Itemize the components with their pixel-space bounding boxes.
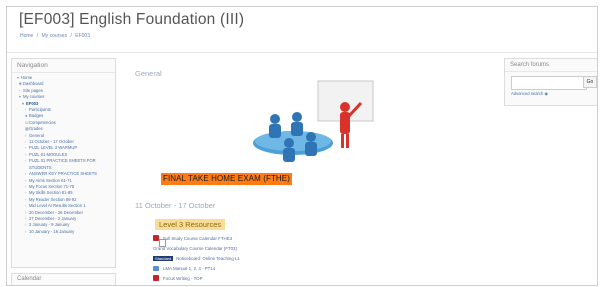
nav-item-label: Dashboard	[23, 81, 44, 87]
activity-link[interactable]: LMA Manual 1, 2, 3 - PT14	[163, 266, 215, 271]
activity-link[interactable]: Noticeboard: Online Teaching L1	[176, 256, 240, 261]
breadcrumb-home[interactable]: Home	[20, 33, 33, 39]
activity-item[interactable]: Full Study Course Calendar FTHE3	[153, 233, 483, 243]
nav-item-label: Competencies	[29, 119, 56, 125]
breadcrumb-my-courses[interactable]: My courses	[42, 33, 68, 39]
nav-item-label: EF003	[26, 100, 39, 106]
page-icon	[159, 239, 166, 247]
navigation-heading: Navigation	[12, 59, 115, 73]
nav-item-label: PUZL 01 PRACTICE SHEETS FOR	[29, 158, 96, 164]
activity-link[interactable]: Focus Writing - TOP	[163, 276, 203, 281]
breadcrumb-sep: /	[70, 33, 72, 39]
page-header: [EF003] English Foundation (III) Home / …	[7, 7, 597, 53]
nav-item-label: My courses	[23, 94, 45, 100]
breadcrumb: Home / My courses / EF003	[20, 33, 92, 39]
nav-item-label: 10 January - 16 January	[29, 228, 75, 234]
activity-item[interactable]: Vocabulary Academic Skills B1 - 3	[153, 283, 483, 285]
nav-item-label: My Skills Section 81-85	[29, 190, 73, 196]
search-forums-heading: Search forums	[505, 59, 597, 72]
nav-item-label: ANSWER KEY PRACTICE SHEETS	[29, 171, 98, 177]
nav-item-label: 27 December - 2 January	[29, 215, 77, 221]
nav-item-label: Mid Level At Results Section 1	[29, 203, 86, 209]
nav-item-label: PUZL LEVEL 3 WARMUP	[29, 145, 78, 151]
help-icon[interactable]: ◉	[545, 91, 549, 96]
nav-item-label: PUZL 01 MODULES	[29, 151, 68, 157]
search-go-button[interactable]: Go	[583, 76, 597, 88]
folder-icon	[153, 265, 159, 271]
breadcrumb-sep: /	[36, 33, 39, 39]
nav-item-label: My Reader Section 86-92	[29, 196, 77, 202]
nav-item-label: Site pages	[23, 87, 43, 93]
classroom-illustration	[253, 80, 374, 162]
level-resources-label: Level 3 Resources	[155, 219, 226, 230]
activity-link[interactable]: Full Study Course Calendar FTHE3	[163, 236, 232, 241]
nav-item-label: Home	[21, 75, 33, 80]
navigation-tree: ▾ Home ■Dashboard › Site pages ▾ My courses ▾ EF…	[12, 73, 115, 235]
advanced-search-link[interactable]: Advanced search ◉	[511, 91, 548, 96]
search-forums-block: Search forums Go Advanced search ◉	[504, 58, 597, 106]
nav-item-label: STUDENTS	[29, 164, 52, 170]
nav-item-label: General	[29, 132, 44, 138]
course-page: [EF003] English Foundation (III) Home / …	[6, 6, 598, 286]
section-title-general[interactable]: General	[135, 69, 162, 78]
calendar-block: Calendar	[11, 273, 116, 285]
activity-badge: Standard	[153, 255, 174, 261]
nav-item[interactable]: › 10 January - 16 January	[12, 229, 115, 235]
navigation-block: Navigation ▾ Home ■Dashboard › Site pages ▾ My…	[11, 58, 116, 268]
activity-item[interactable]: Focus Writing - TOP	[153, 273, 483, 283]
search-forums-input[interactable]	[511, 76, 587, 90]
section-title-week[interactable]: 11 October - 17 October	[135, 201, 215, 210]
breadcrumb-course[interactable]: EF003	[75, 33, 90, 39]
nav-item-label: My Aims Section 61-71	[29, 177, 72, 183]
nav-item-label: Grades	[29, 126, 43, 132]
activity-item[interactable]: Standard Noticeboard: Online Teaching L1	[153, 253, 483, 263]
nav-item-label: Badges	[29, 113, 44, 119]
course-content: General FINAL TAKE HOME EXAM (FTHE) 11 O…	[135, 59, 490, 285]
nav-item-label: 11 October - 17 October	[29, 139, 74, 145]
nav-item-label: Participants	[29, 107, 51, 113]
nav-item-label: 3 January - 9 January	[29, 222, 70, 228]
nav-item-label: 20 December - 26 December	[29, 209, 83, 215]
calendar-heading: Calendar	[17, 276, 42, 282]
activity-item[interactable]: Grand Vocabulary Course Calendar (FT03)	[153, 239, 483, 253]
exam-banner: FINAL TAKE HOME EXAM (FTHE)	[161, 173, 293, 185]
advanced-search-label[interactable]: Advanced search	[511, 91, 543, 96]
activity-list: Full Study Course Calendar FTHE3 Grand Vo…	[153, 233, 483, 285]
pdf-icon	[153, 275, 159, 281]
page-title: [EF003] English Foundation (III)	[19, 11, 245, 28]
activity-item[interactable]: LMA Manual 1, 2, 3 - PT14	[153, 263, 483, 273]
nav-item-label: My Focus Section 71-75	[29, 183, 75, 189]
